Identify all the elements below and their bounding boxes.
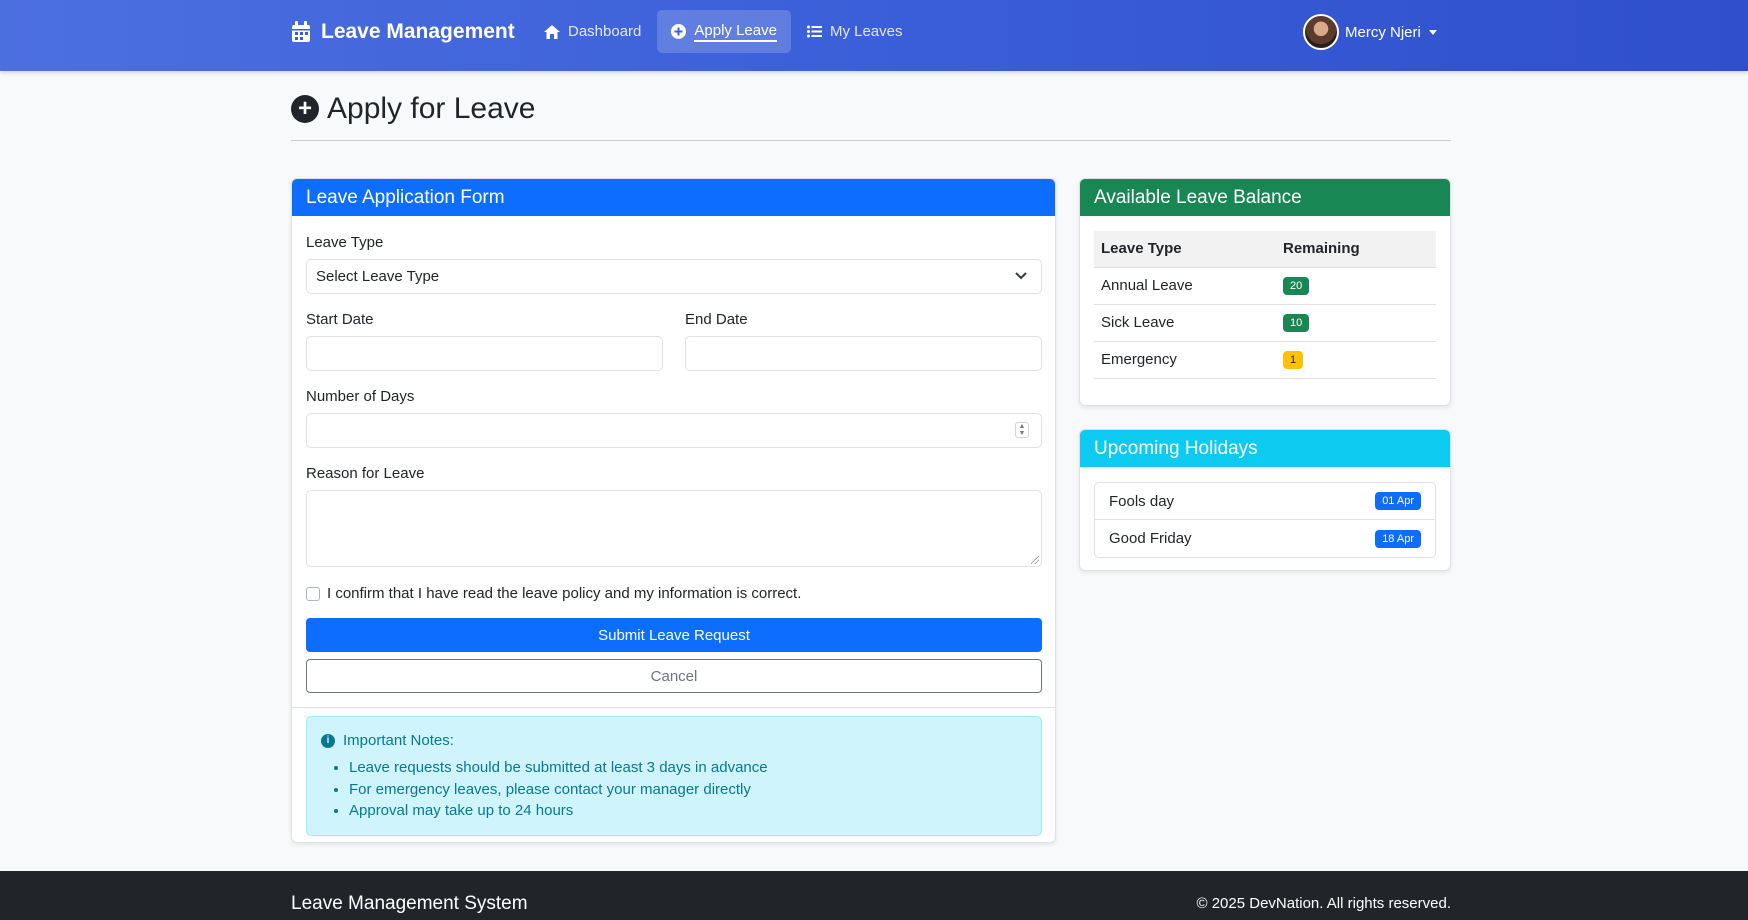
nav-my-leaves-label: My Leaves	[829, 23, 903, 40]
notes-list: Leave requests should be submitted at le…	[349, 757, 768, 822]
list-item: Fools day 01 Apr	[1095, 483, 1435, 520]
table-row: Emergency 1	[1094, 341, 1436, 379]
remaining-badge: 20	[1283, 277, 1310, 295]
leave-application-card: Leave Application Form Leave Type Select…	[291, 178, 1056, 843]
start-date-input[interactable]	[306, 336, 663, 371]
remaining-badge: 10	[1283, 314, 1310, 332]
list-item: Approval may take up to 24 hours	[349, 800, 768, 822]
nav-apply-leave-label: Apply Leave	[694, 22, 777, 42]
upcoming-holidays-header: Upcoming Holidays	[1080, 430, 1450, 467]
confirm-label[interactable]: I confirm that I have read the leave pol…	[327, 585, 801, 602]
nav-dashboard-label: Dashboard	[568, 23, 642, 40]
leave-type-cell: Annual Leave	[1094, 267, 1276, 305]
divider	[292, 707, 1055, 708]
brand-label: Leave Management	[321, 20, 515, 43]
footer-copyright: © 2025 DevNation. All rights reserved.	[1196, 895, 1451, 912]
upcoming-holidays-card: Upcoming Holidays Fools day 01 Apr Good …	[1079, 429, 1451, 571]
leave-type-cell: Emergency	[1094, 341, 1276, 379]
table-row: Annual Leave 20	[1094, 267, 1436, 305]
end-date-label: End Date	[685, 311, 748, 328]
column-header: Leave Type	[1094, 231, 1276, 268]
list-icon	[806, 25, 822, 38]
remaining-badge: 1	[1283, 351, 1304, 369]
brand[interactable]: Leave Management	[291, 20, 515, 44]
number-spinner[interactable]: ▲ ▼	[1015, 422, 1029, 438]
page-title-text: Apply for Leave	[327, 92, 536, 125]
page-title: + Apply for Leave	[291, 92, 535, 126]
leave-balance-table: Leave Type Remaining Annual Leave 20 Sic…	[1094, 231, 1436, 379]
leave-type-label: Leave Type	[306, 234, 384, 251]
confirm-checkbox[interactable]	[306, 587, 320, 601]
days-input[interactable]: ▲ ▼	[306, 413, 1042, 448]
notes-title-text: Important Notes:	[343, 732, 454, 749]
user-menu[interactable]: Mercy Njeri	[1303, 14, 1437, 50]
leave-type-value: Select Leave Type	[316, 268, 440, 285]
holidays-list: Fools day 01 Apr Good Friday 18 Apr	[1094, 482, 1436, 558]
resize-handle-icon[interactable]	[1031, 556, 1039, 564]
submit-button[interactable]: Submit Leave Request	[306, 618, 1042, 652]
avatar	[1303, 14, 1339, 50]
leave-application-header: Leave Application Form	[292, 179, 1055, 216]
chevron-down-icon	[1015, 272, 1027, 280]
notes-title: i Important Notes:	[321, 732, 454, 749]
leave-balance-card: Available Leave Balance Leave Type Remai…	[1079, 178, 1451, 406]
list-item: Leave requests should be submitted at le…	[349, 757, 768, 779]
leave-balance-header: Available Leave Balance	[1080, 179, 1450, 216]
top-navbar: Leave Management Dashboard Apply Leave M…	[0, 0, 1748, 71]
leave-type-select[interactable]: Select Leave Type	[306, 259, 1042, 294]
leave-type-cell: Sick Leave	[1094, 304, 1276, 342]
holiday-date-badge: 18 Apr	[1375, 529, 1421, 548]
divider	[291, 140, 1451, 141]
cancel-button[interactable]: Cancel	[306, 659, 1042, 693]
footer-title: Leave Management System	[291, 893, 528, 914]
main-nav: Dashboard Apply Leave My Leaves	[530, 10, 919, 53]
plus-circle-icon: +	[291, 95, 319, 123]
calendar-icon	[292, 21, 310, 42]
info-icon: i	[321, 733, 335, 748]
plus-circle-icon	[671, 24, 687, 39]
user-name: Mercy Njeri	[1345, 23, 1421, 41]
list-item: For emergency leaves, please contact you…	[349, 779, 768, 801]
table-header-row: Leave Type Remaining	[1094, 231, 1436, 268]
home-icon	[544, 24, 560, 39]
reason-textarea[interactable]	[306, 490, 1042, 567]
holiday-date-badge: 01 Apr	[1375, 492, 1421, 510]
column-header: Remaining	[1276, 231, 1436, 268]
nav-apply-leave[interactable]: Apply Leave	[657, 10, 791, 53]
important-notes: i Important Notes: Leave requests should…	[306, 716, 1042, 836]
reason-label: Reason for Leave	[306, 465, 425, 482]
list-item: Good Friday 18 Apr	[1095, 520, 1435, 557]
nav-my-leaves[interactable]: My Leaves	[793, 10, 917, 53]
table-row: Sick Leave 10	[1094, 304, 1436, 342]
footer: Leave Management System © 2025 DevNation…	[0, 871, 1748, 920]
holiday-name: Good Friday	[1109, 530, 1192, 547]
chevron-down-icon	[1428, 29, 1437, 35]
days-label: Number of Days	[306, 388, 415, 405]
nav-dashboard[interactable]: Dashboard	[530, 10, 655, 53]
start-date-label: Start Date	[306, 311, 374, 328]
end-date-input[interactable]	[685, 336, 1042, 371]
holiday-name: Fools day	[1109, 492, 1175, 510]
